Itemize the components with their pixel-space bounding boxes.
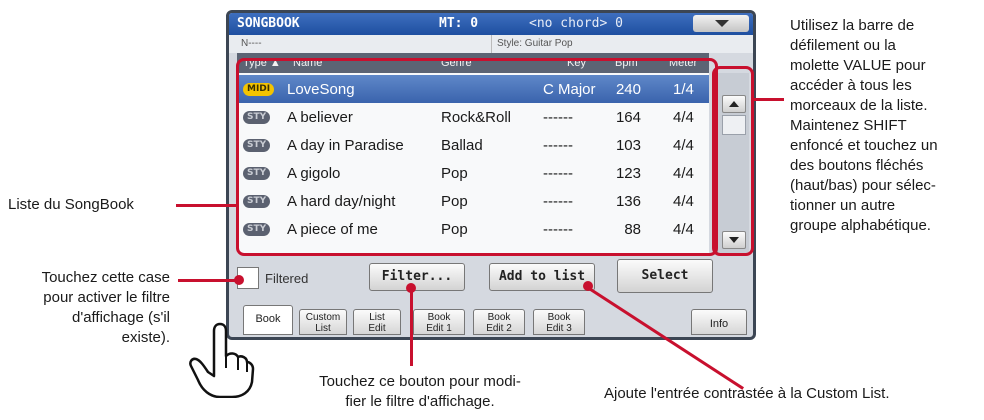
tab-label-line: List — [369, 312, 385, 323]
leader-line-list — [176, 204, 238, 207]
leader-dot-filter-box — [234, 275, 244, 285]
page-menu-button[interactable] — [693, 15, 749, 32]
tab-label-line: Edit 3 — [546, 323, 572, 334]
annotation-add: Ajoute l'entrée contrastée à la Custom L… — [604, 385, 890, 402]
annotation-line: molette VALUE pour — [790, 57, 926, 74]
list-highlight — [236, 58, 718, 256]
title-bar: SONGBOOK MT: 0 <no chord> 0 — [229, 13, 753, 35]
annotation-filter-button: Touchez ce bouton pour modi- fier le fil… — [278, 372, 562, 412]
tab-book-edit-2[interactable]: Book Edit 2 — [473, 309, 525, 335]
leader-dot-filter-button — [406, 283, 416, 293]
annotation-line: enfoncé et touchez un — [790, 137, 938, 154]
master-transpose: MT: 0 — [439, 16, 479, 31]
tab-label-line: Book — [547, 312, 571, 323]
annotation-line: Maintenez SHIFT — [790, 117, 907, 134]
leader-line-filter-box — [178, 279, 236, 282]
annotation-line: morceaux de la liste. — [790, 97, 928, 114]
annotation-filter-box: Touchez cette case pour activer le filtr… — [4, 268, 170, 348]
tab-label-line: Book — [427, 312, 451, 323]
page-title: SONGBOOK — [237, 16, 300, 31]
annotation-line: groupe alphabétique. — [790, 217, 931, 234]
annotation-line: des boutons fléchés — [790, 157, 924, 174]
filtered-label: Filtered — [265, 271, 309, 286]
name-field: N---- — [241, 38, 262, 49]
filter-button[interactable]: Filter... — [369, 263, 465, 291]
annotation-line: Touchez cette case — [41, 269, 170, 286]
annotation-line: tionner un autre — [790, 197, 896, 214]
annotation-line: (haut/bas) pour sélec- — [790, 177, 936, 194]
annotation-line: Touchez ce bouton pour modi- — [319, 373, 521, 390]
select-button[interactable]: Select — [617, 259, 713, 293]
chord-display: <no chord> 0 — [529, 16, 623, 31]
annotation-line: existe). — [121, 329, 170, 346]
leader-line-filter-button — [410, 288, 413, 366]
add-to-list-button[interactable]: Add to list — [489, 263, 595, 291]
annotation-line: accéder à tous les — [790, 77, 912, 94]
annotation-line: Utilisez la barre de — [790, 17, 915, 34]
tab-custom-list[interactable]: Custom List — [299, 309, 347, 335]
scrollbar-highlight — [712, 66, 754, 256]
tab-list-edit[interactable]: List Edit — [353, 309, 401, 335]
tab-label-line: Custom — [305, 312, 341, 323]
tab-book-edit-3[interactable]: Book Edit 3 — [533, 309, 585, 335]
tab-info[interactable]: Info — [691, 309, 747, 335]
tab-book-edit-1[interactable]: Book Edit 1 — [413, 309, 465, 335]
chevron-down-icon — [715, 20, 729, 27]
info-row: N---- Style: Guitar Pop — [229, 35, 753, 53]
annotation-list: Liste du SongBook — [8, 196, 134, 213]
annotation-line: pour activer le filtre — [43, 289, 170, 306]
tab-label-line: Book — [487, 312, 511, 323]
tab-label-line: List — [315, 323, 331, 334]
annotation-line: défilement ou la — [790, 37, 896, 54]
annotation-scroll: Utilisez la barre de défilement ou la mo… — [790, 16, 980, 236]
annotation-line: d'affichage (s'il — [71, 309, 170, 326]
divider — [491, 35, 492, 53]
tab-label-line: Edit 1 — [426, 323, 452, 334]
tab-bar: Book Custom List List Edit Book Edit 1 B… — [229, 303, 753, 337]
tab-label-line: Edit — [368, 323, 386, 334]
leader-dot-add — [583, 281, 593, 291]
action-bar: Filtered Filter... Add to list Select — [229, 259, 753, 299]
annotation-line: fier le filtre d'affichage. — [345, 393, 495, 410]
leader-line-scroll — [752, 98, 784, 101]
style-field: Style: Guitar Pop — [497, 38, 573, 49]
touch-hand-icon — [189, 322, 255, 398]
tab-label-line: Edit 2 — [486, 323, 512, 334]
